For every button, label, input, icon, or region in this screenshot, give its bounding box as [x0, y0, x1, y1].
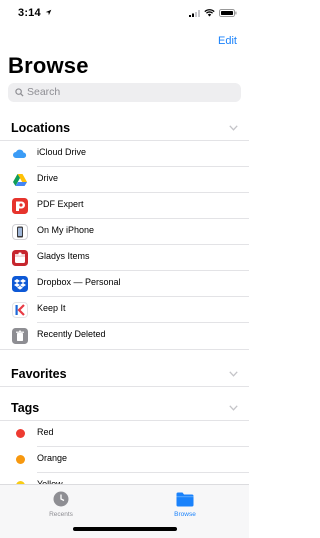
location-item-keep-it[interactable]: Keep It — [0, 297, 249, 323]
red-tag-dot-icon — [16, 429, 25, 438]
orange-tag-dot-icon — [16, 455, 25, 464]
location-label: On My iPhone — [37, 225, 95, 235]
location-item-gladys-items[interactable]: Gladys Items — [0, 245, 249, 271]
page-title: Browse — [8, 53, 89, 78]
tag-item-orange[interactable]: Orange — [0, 447, 249, 473]
wifi-icon — [204, 9, 215, 17]
status-time: 3:14 — [18, 7, 41, 19]
location-item-pdf-expert[interactable]: PDF Expert — [0, 193, 249, 219]
tab-recents[interactable]: Recents — [31, 489, 91, 519]
location-item-icloud-drive[interactable]: iCloud Drive — [0, 141, 249, 167]
location-item-dropbox[interactable]: Dropbox — Personal — [0, 271, 249, 297]
tag-item-red[interactable]: Red — [0, 421, 249, 447]
divider — [0, 386, 249, 387]
keep-it-icon — [12, 302, 28, 318]
tags-title: Tags — [11, 401, 40, 415]
gladys-icon — [12, 250, 28, 266]
tab-label: Browse — [174, 511, 196, 518]
trash-icon — [12, 328, 28, 344]
divider — [0, 349, 249, 350]
location-label: iCloud Drive — [37, 147, 87, 157]
icloud-icon — [13, 149, 27, 158]
tags-section-header[interactable]: Tags — [0, 399, 249, 419]
location-label: Dropbox — Personal — [37, 277, 121, 287]
chevron-down-icon — [229, 405, 238, 411]
search-field[interactable]: Search — [8, 83, 241, 102]
location-item-recently-deleted[interactable]: Recently Deleted — [0, 323, 249, 349]
location-label: Gladys Items — [37, 251, 90, 261]
home-indicator — [73, 527, 177, 531]
battery-icon — [219, 9, 237, 17]
clock-icon — [53, 491, 69, 507]
location-label: Keep It — [37, 303, 66, 313]
pdf-expert-icon — [12, 198, 28, 214]
tag-label: Red — [37, 427, 54, 437]
location-label: Recently Deleted — [37, 329, 106, 339]
edit-button[interactable]: Edit — [218, 35, 237, 47]
location-item-drive[interactable]: Drive — [0, 167, 249, 193]
tag-label: Orange — [37, 453, 68, 463]
location-label: Drive — [37, 173, 59, 183]
tab-label: Recents — [49, 511, 73, 518]
tab-browse[interactable]: Browse — [155, 489, 215, 519]
cellular-signal-icon — [189, 10, 200, 17]
chevron-down-icon — [229, 371, 238, 377]
folder-icon — [176, 492, 194, 507]
search-icon — [15, 88, 24, 97]
status-bar: 3:14 — [0, 0, 249, 26]
location-item-on-my-iphone[interactable]: On My iPhone — [0, 219, 249, 245]
iphone-icon — [12, 224, 28, 240]
chevron-down-icon — [229, 125, 238, 131]
location-label: PDF Expert — [37, 199, 84, 209]
locations-section-header[interactable]: Locations — [0, 119, 249, 139]
search-placeholder: Search — [27, 86, 61, 98]
favorites-title: Favorites — [11, 367, 67, 381]
locations-title: Locations — [11, 121, 71, 135]
google-drive-icon — [13, 174, 27, 186]
dropbox-icon — [12, 276, 28, 292]
location-arrow-icon — [45, 9, 52, 16]
favorites-section-header[interactable]: Favorites — [0, 365, 249, 385]
